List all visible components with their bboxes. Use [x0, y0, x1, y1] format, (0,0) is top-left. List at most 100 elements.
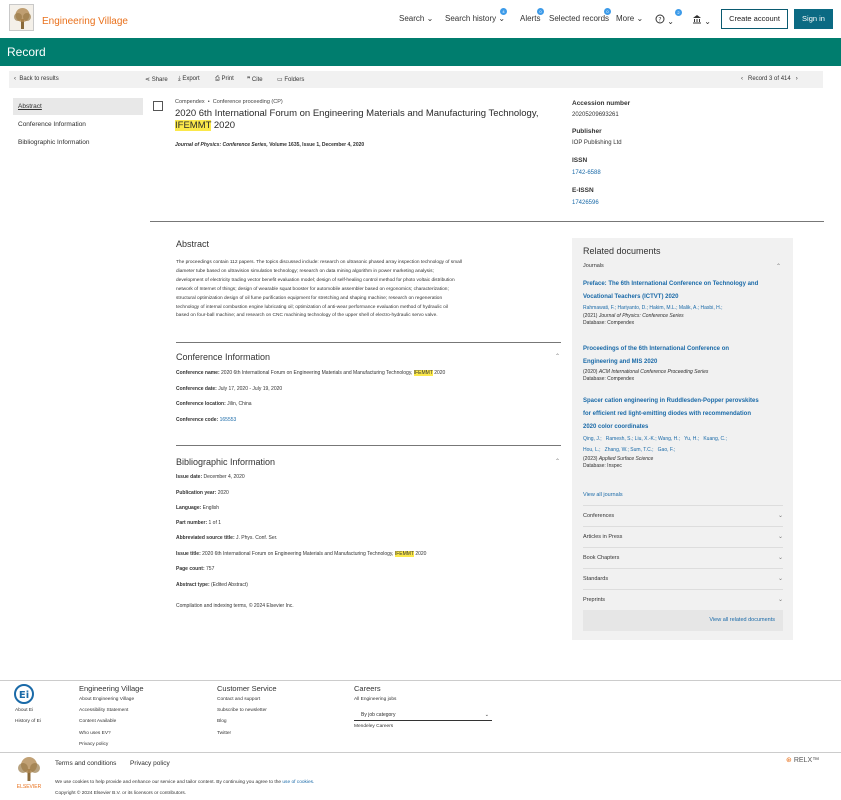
elsevier-tree-logo[interactable] — [9, 4, 34, 31]
history-ei-link[interactable]: History of Ei — [15, 719, 41, 724]
selected-records-badge: 0 — [604, 8, 611, 15]
job-category-select[interactable]: By job category ⌄ — [354, 709, 492, 721]
print-button[interactable]: ⎙ Print — [215, 76, 234, 83]
footer-link[interactable]: Subscribe to newsletter — [217, 708, 267, 713]
related-item-authors[interactable]: Rahmawati, F.; Hariyanto, D.; Hakim, M.L… — [583, 304, 783, 313]
page-title: Record — [7, 45, 46, 59]
footer-link[interactable]: About Engineering Village — [79, 697, 134, 702]
nav-search[interactable]: Search ⌄ — [399, 14, 433, 23]
left-nav-bibliographic-information[interactable]: Bibliographic Information — [13, 134, 143, 151]
record-pager: ‹ Record 3 of 414 › — [741, 76, 798, 82]
collapse-chevron-icon[interactable]: ⌃ — [776, 263, 781, 270]
relx-logo[interactable]: ⊛ RELX™ — [786, 756, 819, 764]
cookie-link[interactable]: use of cookies. — [282, 780, 314, 785]
footer-link[interactable]: Who uses EV? — [79, 731, 111, 736]
ei-logo-icon: Ei — [14, 684, 34, 704]
back-to-results-link[interactable]: ‹ Back to results — [14, 76, 59, 82]
related-item: Proceedings of the 6th International Con… — [583, 343, 783, 383]
highlighted-term: IFEMMT — [175, 120, 212, 131]
svg-text:Ei: Ei — [19, 690, 29, 701]
footer-col2-heading: Customer Service — [217, 684, 277, 693]
footer-link[interactable]: Contact and support — [217, 697, 260, 702]
select-record-checkbox[interactable] — [153, 101, 163, 111]
journals-toggle[interactable]: Journals — [583, 263, 604, 269]
share-button[interactable]: ⋖ Share — [145, 76, 168, 83]
folders-button[interactable]: ▭ Folders — [277, 76, 304, 83]
elsevier-wordmark: ELSEVIER — [16, 784, 42, 790]
related-item-title[interactable]: Proceedings of the 6th International Con… — [583, 343, 783, 369]
institution-icon — [693, 15, 701, 24]
previous-record-icon[interactable]: ‹ — [741, 76, 743, 82]
eissn-label: E-ISSN — [572, 187, 594, 194]
related-row-preprints[interactable]: Preprints ⌄ — [583, 589, 783, 610]
related-row-standards[interactable]: Standards ⌄ — [583, 568, 783, 589]
elsevier-logo[interactable]: ELSEVIER — [14, 756, 44, 790]
privacy-link[interactable]: Privacy policy — [130, 760, 170, 767]
nav-selected-records[interactable]: Selected records — [549, 14, 609, 23]
related-item-title[interactable]: Preface: The 6th International Conferenc… — [583, 278, 783, 304]
related-item-source: (2021) Journal of Physics: Conference Se… — [583, 313, 684, 319]
nav-alerts[interactable]: Alerts — [520, 14, 540, 23]
issn-link[interactable]: 1742-6588 — [572, 170, 601, 176]
create-account-button[interactable]: Create account — [721, 9, 788, 29]
nav-more[interactable]: More ⌄ — [616, 14, 643, 23]
footer-link[interactable]: Content Available — [79, 719, 116, 724]
language: Language: English — [176, 505, 220, 511]
related-item-database: Database: Compendex — [583, 320, 635, 326]
view-all-journals-link[interactable]: View all journals — [583, 492, 623, 498]
divider — [176, 445, 561, 446]
footer-link[interactable]: Blog — [217, 719, 227, 724]
conference-code-link[interactable]: 165553 — [220, 417, 237, 423]
related-row-conferences[interactable]: Conferences ⌄ — [583, 505, 783, 526]
related-row-book-chapters[interactable]: Book Chapters ⌄ — [583, 547, 783, 568]
next-record-icon[interactable]: › — [796, 76, 798, 82]
conference-heading: Conference Information — [176, 352, 271, 362]
related-item: Spacer cation engineering in Ruddlesden-… — [583, 395, 783, 470]
cite-button[interactable]: ❞ Cite — [247, 76, 263, 83]
chevron-left-icon: ‹ — [14, 76, 16, 82]
eissn-link[interactable]: 17426596 — [572, 200, 599, 206]
brand-name[interactable]: Engineering Village — [42, 16, 128, 27]
sign-in-button[interactable]: Sign in — [794, 9, 833, 29]
footer-link[interactable]: Accessibility Statement — [79, 708, 128, 713]
publisher-value: IOP Publishing Ltd — [572, 140, 622, 146]
related-item-authors[interactable]: Qing, J.; Ramesh, S.; Liu, X.-K.; Wang, … — [583, 434, 783, 445]
related-row-articles-in-press[interactable]: Articles in Press ⌄ — [583, 526, 783, 547]
related-item-title[interactable]: Spacer cation engineering in Ruddlesden-… — [583, 395, 783, 434]
abstract-type: Abstract type: (Edited Abstract) — [176, 582, 248, 588]
record-title: 2020 6th International Forum on Engineer… — [175, 108, 539, 131]
chevron-down-icon: ⌄ — [777, 597, 783, 603]
left-nav-conference-information[interactable]: Conference Information — [13, 116, 143, 133]
footer-link[interactable]: Mendeley Careers — [354, 724, 393, 729]
related-heading: Related documents — [583, 246, 661, 256]
ei-logo[interactable]: Ei — [14, 684, 34, 706]
left-nav-abstract[interactable]: Abstract — [13, 98, 143, 115]
footer-link[interactable]: All Engineering jobs — [354, 697, 396, 702]
nav-search-history[interactable]: Search history ⌄ — [445, 14, 505, 23]
related-item: Preface: The 6th International Conferenc… — [583, 278, 783, 327]
chevron-down-icon: ⌄ — [777, 534, 783, 540]
collapse-chevron-icon[interactable]: ⌃ — [555, 458, 560, 465]
footer-link[interactable]: Twitter — [217, 731, 231, 736]
help-menu[interactable]: ? ⌄ — [655, 14, 674, 26]
cookie-notice: We use cookies to help provide and enhan… — [55, 780, 315, 785]
conference-location: Conference location: Jilin, China — [176, 401, 252, 407]
svg-text:?: ? — [658, 17, 661, 24]
chevron-down-icon: ⌄ — [704, 17, 711, 26]
record-position: Record 3 of 414 — [748, 76, 791, 82]
document-type: Conference proceeding (CP) — [212, 99, 283, 105]
footer-col1-heading: Engineering Village — [79, 684, 144, 693]
help-icon: ? — [655, 14, 665, 24]
collapse-chevron-icon[interactable]: ⌃ — [555, 353, 560, 360]
chevron-down-icon: ⌄ — [498, 14, 506, 23]
footer-link[interactable]: Privacy policy — [79, 742, 108, 747]
institution-menu[interactable]: ⌄ — [692, 14, 711, 26]
issue-date: Issue date: December 4, 2020 — [176, 474, 245, 480]
export-button[interactable]: ⤓ Export — [178, 76, 200, 83]
folder-icon: ▭ — [277, 77, 283, 83]
terms-link[interactable]: Terms and conditions — [55, 760, 116, 767]
related-item-authors[interactable]: Hou, L.; Zhang, W.; Sum, T.C.; Gao, F.; — [583, 445, 783, 456]
view-all-related-button[interactable]: View all related documents — [583, 610, 783, 631]
issn-label: ISSN — [572, 157, 588, 164]
about-ei-link[interactable]: About Ei — [15, 708, 33, 713]
